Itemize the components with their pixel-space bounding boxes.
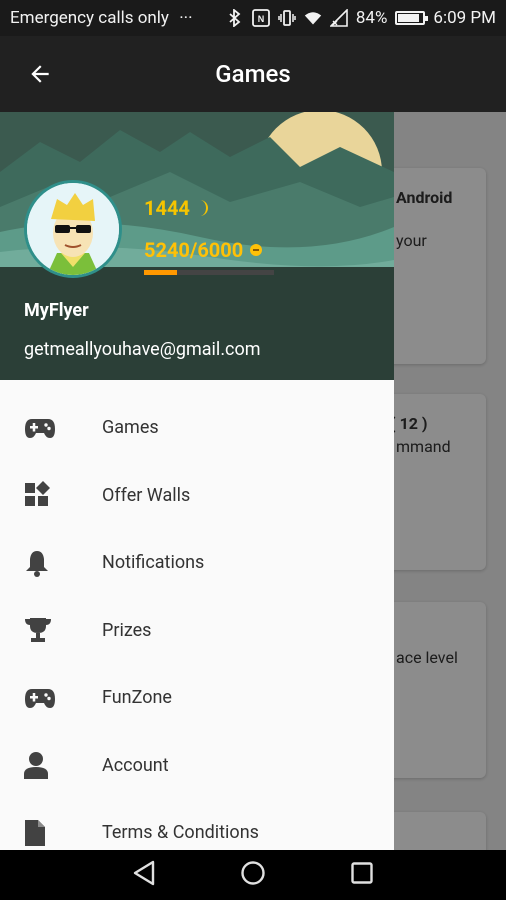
username: MyFlyer: [24, 300, 89, 321]
back-button[interactable]: [0, 36, 80, 112]
menu-item-funzone[interactable]: FunZone: [0, 664, 394, 732]
trophy-icon: [0, 616, 102, 644]
xp-value: 5240/6000: [144, 238, 244, 262]
clock-time: 6:09 PM: [433, 8, 496, 28]
menu-item-label: Account: [102, 754, 169, 776]
avatar-character-image: [27, 183, 119, 275]
wifi-icon: [304, 9, 322, 27]
person-icon: [0, 751, 102, 780]
crescent-coin-icon: [199, 200, 208, 216]
app-bar: Games: [0, 36, 506, 112]
vibrate-icon: [278, 9, 296, 27]
menu-item-prizes[interactable]: Prizes: [0, 597, 394, 665]
signal-icon: [329, 9, 348, 27]
status-bar: Emergency calls only ··· N 84% 6:09 PM: [0, 0, 506, 36]
triangle-back-icon: [133, 860, 155, 886]
gamepad-icon: [0, 687, 102, 709]
bell-icon: [0, 549, 102, 577]
nav-back-button[interactable]: [132, 860, 156, 890]
xp-token-icon: [250, 244, 263, 256]
bluetooth-icon: [226, 9, 244, 27]
nav-recents-button[interactable]: [350, 861, 374, 889]
menu-item-label: Offer Walls: [102, 484, 191, 506]
menu-item-offer-walls[interactable]: Offer Walls: [0, 462, 394, 530]
menu-item-label: Terms & Conditions: [102, 822, 259, 844]
coin-count: 1444: [144, 196, 190, 220]
battery-percent: 84%: [355, 8, 388, 28]
arrow-back-icon: [31, 65, 49, 83]
menu-item-label: FunZone: [102, 687, 172, 709]
xp-progress-text: 5240/6000: [144, 238, 263, 262]
menu-item-label: Prizes: [102, 619, 152, 641]
menu-item-account[interactable]: Account: [0, 732, 394, 800]
drawer-menu: Games Offer Walls Notifications Prizes F…: [0, 380, 394, 850]
menu-item-terms[interactable]: Terms & Conditions: [0, 799, 394, 850]
square-recents-icon: [351, 862, 373, 884]
menu-item-label: Notifications: [102, 552, 205, 574]
gamepad-icon: [0, 417, 102, 439]
carrier-text: Emergency calls only: [10, 8, 169, 28]
coin-balance: 1444: [144, 196, 210, 220]
avatar[interactable]: [24, 180, 122, 278]
drawer-header: 1444 5240/6000 MyFlyer getmeallyouhave@g…: [0, 112, 394, 380]
svg-text:N: N: [258, 14, 265, 24]
nfc-icon: N: [251, 9, 270, 27]
nav-home-button[interactable]: [240, 860, 266, 890]
circle-home-icon: [241, 861, 265, 885]
xp-progress-fill: [144, 270, 177, 275]
menu-item-games[interactable]: Games: [0, 394, 394, 462]
xp-progress-bar: [144, 270, 274, 275]
overflow-dots: ···: [179, 8, 193, 28]
menu-item-label: Games: [102, 417, 159, 439]
battery-icon: [395, 11, 429, 25]
navigation-drawer: 1444 5240/6000 MyFlyer getmeallyouhave@g…: [0, 112, 394, 850]
user-email: getmeallyouhave@gmail.com: [24, 339, 261, 360]
system-nav-bar: [0, 850, 506, 900]
widgets-icon: [0, 481, 102, 509]
menu-item-notifications[interactable]: Notifications: [0, 529, 394, 597]
document-icon: [0, 819, 102, 847]
